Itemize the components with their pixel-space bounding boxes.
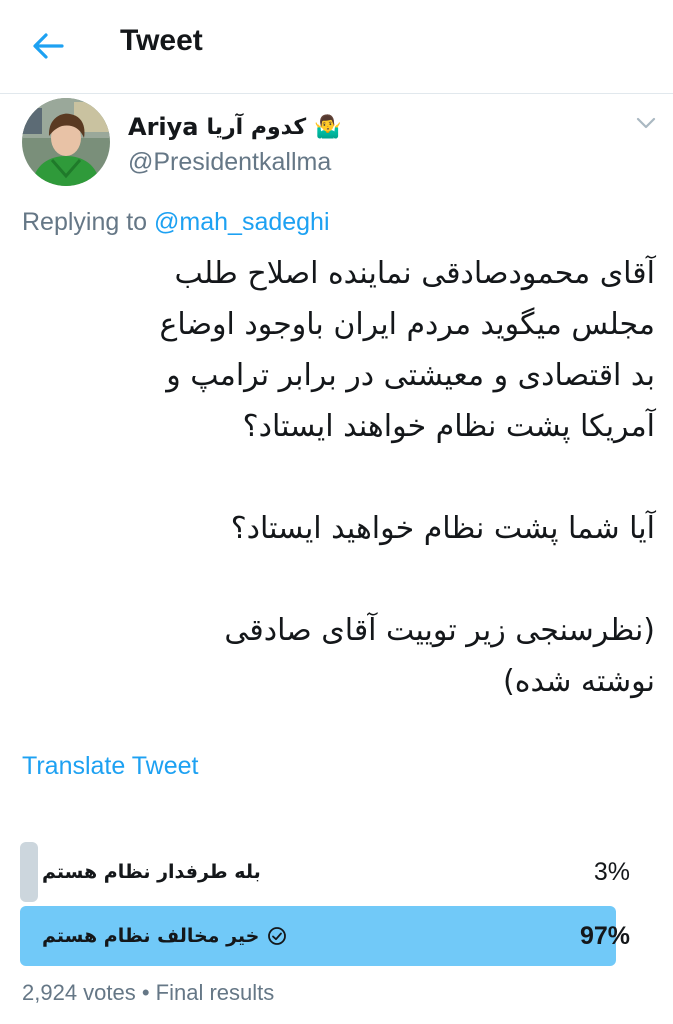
tweet-line: نوشته شده) (503, 664, 655, 699)
author-handle[interactable]: @Presidentkallma (128, 148, 331, 177)
tweet-text: آقای محمودصادقی نماینده اصلاح طلب مجلس م… (20, 248, 655, 707)
author-display-name: Ariya (128, 113, 199, 141)
poll-option-percent: 97% (579, 922, 630, 950)
replying-to-prefix: Replying to (22, 208, 148, 236)
poll-footer: 2,924 votes • Final results (22, 980, 275, 1005)
poll-option-2[interactable]: خیر مخالف نظام هستم 97% (20, 906, 634, 966)
tweet-line: (نظرسنجی زیر توییت آقای صادقی (224, 613, 655, 648)
tweet-line: آیا شما پشت نظام خواهید ایستاد؟ (230, 511, 655, 546)
author-display-name-fa: کدوم آریا (206, 114, 307, 140)
back-button[interactable] (22, 20, 74, 72)
chevron-down-icon (636, 117, 656, 129)
tweet-menu-button[interactable] (634, 114, 658, 132)
avatar-image (22, 98, 110, 186)
top-bar: Tweet (0, 0, 673, 94)
check-circle-icon (268, 927, 287, 945)
tweet-line: مجلس میگوید مردم ایران باوجود اوضاع (159, 307, 655, 342)
poll-option-text: خیر مخالف نظام هستم (42, 925, 260, 947)
poll-option-text: بله طرفدار نظام هستم (42, 861, 261, 883)
avatar[interactable] (22, 98, 110, 186)
shrug-emoji-icon: 🤷‍♂️ (314, 114, 342, 140)
page-title: Tweet (120, 24, 203, 57)
arrow-left-icon (33, 33, 64, 59)
poll-option-percent: 3% (593, 858, 630, 886)
translate-tweet-link[interactable]: Translate Tweet (22, 752, 198, 781)
poll-option-1[interactable]: بله طرفدار نظام هستم 3% (20, 842, 634, 902)
tweet-line: آقای محمودصادقی نماینده اصلاح طلب (174, 256, 655, 291)
tweet-line: بد اقتصادی و معیشتی در برابر ترامپ و (166, 358, 655, 393)
tweet-line: آمریکا پشت نظام خواهند ایستاد؟ (242, 409, 655, 444)
author-name-row[interactable]: Ariya کدوم آریا 🤷‍♂️ (128, 110, 342, 144)
poll-bar (20, 842, 38, 902)
replying-to: Replying to @mah_sadeghi (22, 208, 330, 237)
poll-option-label: بله طرفدار نظام هستم (42, 842, 261, 902)
reply-mention-link[interactable]: @mah_sadeghi (154, 208, 330, 236)
poll-option-label: خیر مخالف نظام هستم (42, 906, 287, 966)
